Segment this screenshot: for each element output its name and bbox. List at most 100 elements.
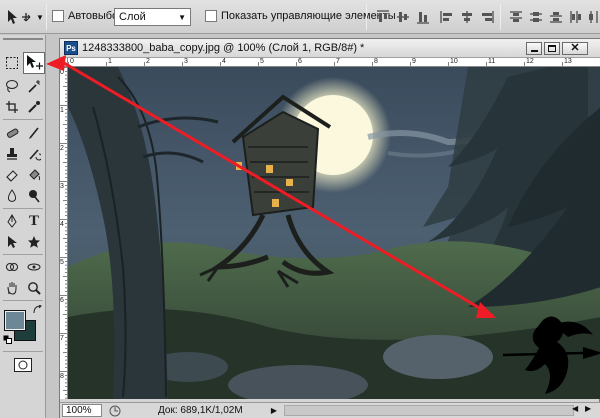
ruler-tick-label: 8 [60,373,64,380]
photoshop-workspace: ▼ Автовыбор: Слой ▼ Показать управляющие… [0,0,600,418]
close-icon: ✕ [570,42,580,54]
ruler-tick-label: 12 [526,58,534,65]
minimize-icon [530,50,538,52]
align-top-edges-icon[interactable] [375,9,391,25]
ruler-tick-label: 2 [60,145,64,152]
distribute-horizontal-icon[interactable] [586,9,600,25]
align-left-edges-icon[interactable] [439,9,455,25]
eraser-tool[interactable] [2,165,22,185]
scroll-right-icon[interactable]: ▶ [585,404,591,413]
move-tool[interactable] [23,52,45,74]
align-horizontal-centers-icon[interactable] [459,9,475,25]
status-menu-arrow-icon[interactable]: ▶ [268,404,280,417]
3d-orbit-tool[interactable] [24,257,44,277]
stamp-icon [7,148,17,160]
path-select-arrow-icon [8,236,17,248]
status-bar: 100% Док: 689,1K/1,02M ▶ ◀ ▶ [60,402,600,418]
history-brush-icon [29,149,41,161]
tools-panel: T [0,35,46,418]
zoom-level-field[interactable]: 100% [62,404,102,417]
show-transform-label: Показать управляющие элементы [221,10,396,22]
distribute-left-icon[interactable] [568,9,584,25]
zoom-tool[interactable] [24,278,44,298]
show-transform-checkbox[interactable] [205,10,217,22]
align-bottom-edges-icon[interactable] [415,9,431,25]
swap-colors-icon[interactable] [33,305,43,314]
custom-shape-tool[interactable] [24,232,44,252]
bandage-icon [6,128,19,138]
tool-preset-picker[interactable]: ▼ [4,8,44,26]
maximize-icon [548,45,556,52]
ruler-tick-label: 6 [60,297,64,304]
hand-icon [7,282,17,295]
3d-rotate-tool[interactable] [2,257,22,277]
status-navigation-icon[interactable] [108,404,122,418]
crop-tool[interactable] [2,97,22,117]
ruler-tick-label: 2 [146,58,150,65]
ruler-origin[interactable] [60,58,68,67]
lasso-icon [6,80,18,93]
ruler-tick-label: 5 [60,259,64,266]
minimize-button[interactable] [526,42,542,55]
ruler-tick-label: 1 [60,107,64,114]
ruler-tick-label: 4 [60,221,64,228]
healing-brush-tool[interactable] [2,123,22,143]
auto-select-checkbox[interactable] [52,10,64,22]
dodge-tool[interactable] [24,186,44,206]
pen-tool[interactable] [2,211,22,231]
photoshop-logo-icon: Ps [64,41,78,55]
ruler-tick-label: 0 [70,58,74,65]
show-transform-controls-toggle[interactable]: Показать управляющие элементы [205,10,396,22]
ruler-tick-label: 0 [60,69,64,76]
brush-icon [29,127,39,139]
clone-stamp-tool[interactable] [2,144,22,164]
move-tool-preset-icon [8,10,31,24]
rectangular-marquee-tool[interactable] [2,53,22,73]
move-icon [27,55,43,70]
distribute-vertical-centers-icon[interactable] [528,9,544,25]
ruler-tick-label: 3 [60,183,64,190]
auto-select-value: Слой [119,11,146,23]
ruler-tick-label: 5 [260,58,264,65]
dodge-icon [29,190,40,203]
foreground-color-swatch[interactable] [4,310,26,331]
horizontal-scrollbar[interactable] [284,405,574,416]
distribute-top-icon[interactable] [508,9,524,25]
distribute-bottom-icon[interactable] [548,9,564,25]
magic-wand-tool[interactable] [24,76,44,96]
document-title: 1248333800_baba_copy.jpg @ 100% (Слой 1,… [82,42,365,54]
document-size-info: Док: 689,1K/1,02M [158,405,243,416]
ruler-tick-label: 9 [412,58,416,65]
pen-nib-icon [7,214,17,228]
eyedropper-tool[interactable] [24,97,44,117]
close-button[interactable]: ✕ [562,42,588,55]
ruler-tick-label: 1 [108,58,112,65]
star-shape-icon [28,236,40,248]
auto-select-target-dropdown[interactable]: Слой ▼ [114,8,191,26]
document-title-bar[interactable]: Ps 1248333800_baba_copy.jpg @ 100% (Слой… [60,39,600,58]
maximize-button[interactable] [544,42,560,55]
3d-orbit-icon [27,263,41,271]
align-right-edges-icon[interactable] [479,9,495,25]
lasso-tool[interactable] [2,76,22,96]
ruler-tick-label: 8 [374,58,378,65]
paint-bucket-tool[interactable] [24,165,44,185]
options-bar: ▼ Автовыбор: Слой ▼ Показать управляющие… [0,0,600,34]
hand-tool[interactable] [2,278,22,298]
eyedropper-icon [28,101,40,113]
vertical-ruler[interactable]: 0 1 2 3 4 5 6 7 8 [60,67,68,399]
type-tool[interactable]: T [24,211,44,231]
image-canvas[interactable] [68,67,600,399]
quick-mask-icon [14,358,32,372]
blur-tool[interactable] [2,186,22,206]
history-brush-tool[interactable] [24,144,44,164]
path-selection-tool[interactable] [2,232,22,252]
scroll-left-icon[interactable]: ◀ [572,404,578,413]
type-t-icon: T [28,212,39,229]
default-colors-icon[interactable] [3,335,12,344]
quick-mask-button[interactable] [12,356,34,374]
ruler-tick-label: 10 [450,58,458,65]
horizontal-ruler[interactable]: 0 1 2 3 4 5 6 7 8 9 10 11 12 13 [68,58,600,67]
align-vertical-centers-icon[interactable] [395,9,411,25]
brush-tool[interactable] [24,123,44,143]
